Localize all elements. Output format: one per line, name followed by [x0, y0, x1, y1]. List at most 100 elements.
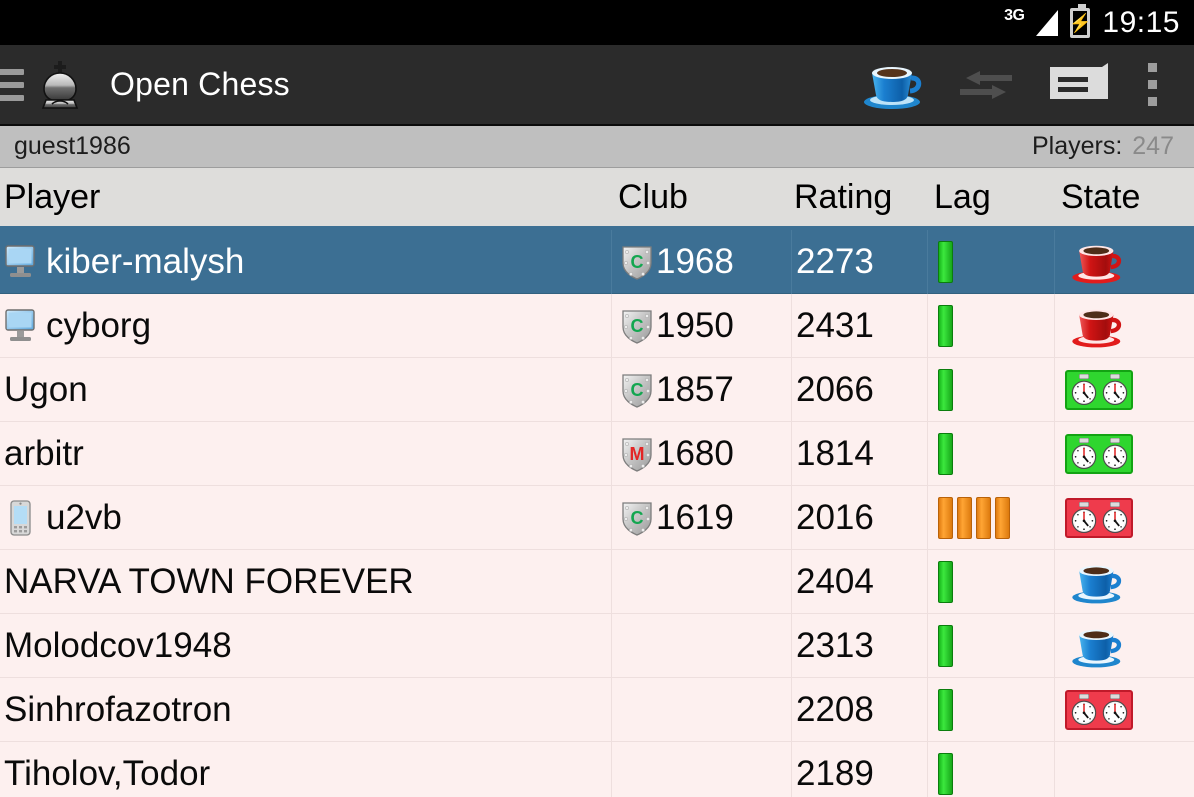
players-counter: Players: 247 — [1032, 132, 1174, 161]
chess-king-logo-icon — [32, 57, 88, 113]
column-header-lag[interactable]: Lag — [928, 178, 1055, 217]
desktop-computer-icon — [4, 307, 38, 345]
cell-rating: 2066 — [792, 357, 928, 422]
lag-indicator — [938, 304, 953, 348]
cell-lag — [928, 293, 1055, 358]
blue-coffee-cup-icon[interactable] — [848, 44, 940, 125]
player-name: u2vb — [46, 497, 122, 537]
cell-player[interactable]: Ugon — [0, 357, 612, 422]
cell-rating: 2273 — [792, 229, 928, 294]
cell-player[interactable]: Tiholov,Todor — [0, 741, 612, 797]
cell-rating: 1814 — [792, 421, 928, 486]
status-bar: 3G ⚡ 19:15 — [0, 0, 1194, 45]
column-header-club[interactable]: Club — [612, 178, 792, 217]
cell-player[interactable]: Molodcov1948 — [0, 613, 612, 678]
cell-state — [1055, 550, 1194, 614]
table-row[interactable]: cyborg C 1950 2431 — [0, 293, 1194, 358]
table-row[interactable]: u2vb C 1619 2016 — [0, 485, 1194, 550]
player-rating: 2431 — [796, 305, 874, 345]
lag-indicator — [938, 496, 1010, 540]
cell-club: C 1619 — [612, 485, 792, 550]
state-green-chess-clock-icon — [1065, 369, 1133, 410]
lag-indicator — [938, 432, 953, 476]
lag-indicator — [938, 368, 953, 412]
club-badge-c-icon: C — [620, 307, 654, 345]
cell-player[interactable]: u2vb — [0, 485, 612, 550]
table-row[interactable]: Sinhrofazotron 2208 — [0, 677, 1194, 742]
cell-state — [1055, 486, 1194, 550]
network-type-label: 3G — [1004, 6, 1025, 24]
player-name: Sinhrofazotron — [4, 689, 232, 729]
column-header-rating[interactable]: Rating — [792, 178, 928, 217]
lag-indicator — [938, 624, 953, 668]
clock-time: 19:15 — [1102, 5, 1180, 39]
club-badge-c-icon: C — [620, 371, 654, 409]
state-blue-cup-icon — [1065, 622, 1131, 670]
svg-text:C: C — [631, 380, 644, 400]
table-row[interactable]: kiber-malysh C 1968 2273 — [0, 229, 1194, 294]
battery-charging-icon: ⚡ — [1069, 3, 1092, 38]
cell-player[interactable]: NARVA TOWN FOREVER — [0, 549, 612, 614]
cell-player[interactable]: cyborg — [0, 293, 612, 358]
mobile-phone-icon — [4, 499, 38, 537]
cell-lag — [928, 357, 1055, 422]
hamburger-menu-icon[interactable] — [0, 68, 24, 101]
state-red-cup-icon — [1065, 238, 1131, 286]
player-rating: 2404 — [796, 561, 874, 601]
club-rating: 1857 — [656, 369, 734, 409]
cell-player[interactable]: Sinhrofazotron — [0, 677, 612, 742]
state-red-chess-clock-icon — [1065, 689, 1133, 730]
cell-rating: 2016 — [792, 485, 928, 550]
cell-player[interactable]: arbitr — [0, 421, 612, 486]
cell-club: M 1680 — [612, 421, 792, 486]
state-red-cup-icon — [1065, 302, 1131, 350]
club-rating: 1680 — [656, 433, 734, 473]
cell-state — [1055, 358, 1194, 422]
cell-player[interactable]: kiber-malysh — [0, 229, 612, 294]
club-rating: 1950 — [656, 305, 734, 345]
svg-text:C: C — [631, 508, 644, 528]
cell-lag — [928, 421, 1055, 486]
player-rating: 2273 — [796, 241, 874, 281]
club-badge-c-icon: C — [620, 243, 654, 281]
player-rating: 2066 — [796, 369, 874, 409]
player-name: Ugon — [4, 369, 88, 409]
overflow-menu-icon[interactable] — [1124, 44, 1180, 125]
cell-lag — [928, 229, 1055, 294]
exchange-arrows-icon[interactable] — [940, 44, 1032, 125]
cell-club — [612, 677, 792, 742]
table-row[interactable]: Ugon C 1857 2066 — [0, 357, 1194, 422]
chat-message-icon[interactable] — [1032, 44, 1124, 125]
cell-state — [1055, 678, 1194, 742]
lag-indicator — [938, 240, 953, 284]
player-rating: 2313 — [796, 625, 874, 665]
lag-indicator — [938, 688, 953, 732]
state-blue-cup-icon — [1065, 558, 1131, 606]
column-header-player[interactable]: Player — [0, 178, 612, 217]
table-row[interactable]: Tiholov,Todor 2189 — [0, 741, 1194, 797]
table-row[interactable]: arbitr M 1680 1814 — [0, 421, 1194, 486]
player-name: kiber-malysh — [46, 241, 245, 281]
cell-state — [1055, 422, 1194, 486]
cell-rating: 2431 — [792, 293, 928, 358]
svg-text:M: M — [630, 444, 645, 464]
cell-rating: 2189 — [792, 741, 928, 797]
table-row[interactable]: Molodcov1948 2313 — [0, 613, 1194, 678]
player-name: Molodcov1948 — [4, 625, 232, 665]
player-name: cyborg — [46, 305, 152, 345]
players-count: 247 — [1132, 132, 1174, 160]
cell-club — [612, 741, 792, 797]
table-row[interactable]: NARVA TOWN FOREVER 2404 — [0, 549, 1194, 614]
svg-text:C: C — [631, 316, 644, 336]
lag-indicator — [938, 560, 953, 604]
signal-bars-icon — [1036, 9, 1059, 36]
column-header-state[interactable]: State — [1055, 178, 1194, 217]
app-screen: 3G ⚡ 19:15 Open Chess guest1986 Players:… — [0, 0, 1194, 797]
desktop-computer-icon — [4, 243, 38, 281]
app-title: Open Chess — [110, 66, 290, 102]
svg-text:C: C — [631, 252, 644, 272]
cell-lag — [928, 741, 1055, 797]
cell-state — [1055, 742, 1194, 797]
state-green-chess-clock-icon — [1065, 433, 1133, 474]
club-rating: 1968 — [656, 241, 734, 281]
